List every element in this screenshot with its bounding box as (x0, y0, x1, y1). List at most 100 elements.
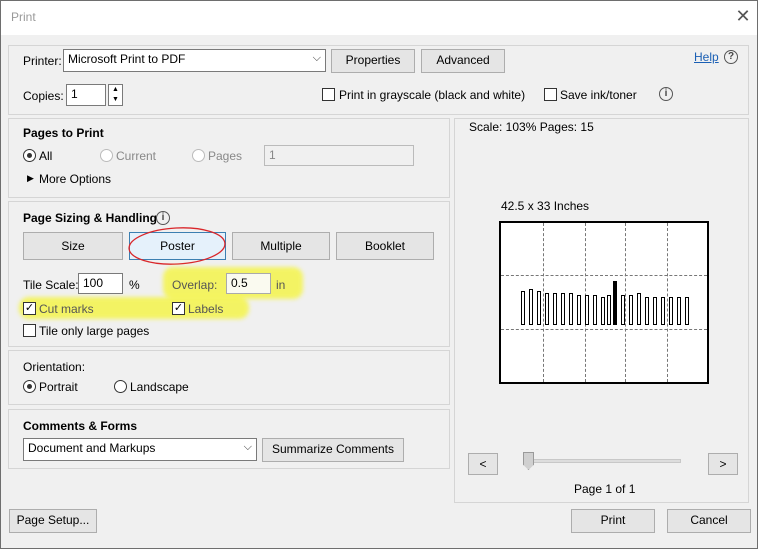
all-label: All (39, 149, 53, 163)
tile-scale-label: Tile Scale: (23, 278, 79, 292)
tile-line (501, 275, 707, 276)
content-bar (585, 295, 589, 325)
content-bar (677, 297, 681, 325)
cut-marks-label: Cut marks (39, 302, 94, 316)
scale-info: Scale: 103% Pages: 15 (469, 120, 594, 134)
orientation-panel (8, 350, 450, 405)
save-ink-checkbox[interactable] (544, 88, 557, 101)
overlap-unit: in (276, 278, 286, 292)
stepper-down-icon[interactable]: ▼ (109, 95, 122, 105)
tile-line (625, 223, 626, 382)
preview-page (499, 221, 709, 384)
percent-label: % (129, 278, 140, 292)
current-radio[interactable] (100, 149, 113, 162)
cancel-button[interactable]: Cancel (667, 509, 751, 533)
content-bar (629, 295, 633, 325)
portrait-label: Portrait (39, 380, 78, 394)
tile-scale-value: 100 (83, 276, 104, 290)
tile-only-large-checkbox[interactable] (23, 324, 36, 337)
page-slider-track[interactable] (526, 459, 681, 463)
overlap-value: 0.5 (231, 276, 248, 290)
help-link[interactable]: Help (694, 50, 719, 64)
window-title: Print (11, 10, 36, 24)
labels-checkbox[interactable]: ✓ (172, 302, 185, 315)
advanced-button[interactable]: Advanced (421, 49, 505, 73)
help-info-icon[interactable]: ? (724, 50, 738, 64)
grayscale-label: Print in grayscale (black and white) (339, 88, 526, 102)
more-options-toggle[interactable]: More Options (39, 172, 111, 186)
labels-label: Labels (188, 302, 224, 316)
copies-input[interactable]: 1 (66, 84, 106, 106)
content-bar (601, 297, 605, 325)
pages-label: Pages (208, 149, 243, 163)
chevron-down-icon: ⌵ (243, 441, 252, 453)
printer-value: Microsoft Print to PDF (68, 52, 186, 66)
tile-scale-input[interactable]: 100 (78, 273, 123, 294)
landscape-radio[interactable] (114, 380, 127, 393)
content-bar (577, 295, 581, 325)
content-bar (553, 293, 557, 325)
pages-to-print-title: Pages to Print (23, 126, 104, 140)
multiple-button[interactable]: Multiple (232, 232, 330, 260)
annotation-circle (128, 227, 226, 265)
content-bar (521, 291, 525, 325)
current-label: Current (116, 149, 157, 163)
content-bar (569, 293, 573, 325)
page-setup-button[interactable]: Page Setup... (9, 509, 97, 533)
tile-line (667, 223, 668, 382)
copies-value: 1 (71, 87, 78, 101)
tile-only-large-label: Tile only large pages (39, 324, 150, 338)
landscape-label: Landscape (130, 380, 189, 394)
all-radio[interactable] (23, 149, 36, 162)
content-bar (545, 293, 549, 325)
portrait-radio[interactable] (23, 380, 36, 393)
stepper-up-icon[interactable]: ▲ (109, 85, 122, 95)
dimensions-label: 42.5 x 33 Inches (501, 199, 590, 213)
tile-line (501, 329, 707, 330)
booklet-button[interactable]: Booklet (336, 232, 434, 260)
content-bar (685, 297, 689, 325)
prev-page-button[interactable]: < (468, 453, 498, 475)
size-button[interactable]: Size (23, 232, 123, 260)
overlap-input[interactable]: 0.5 (226, 273, 271, 294)
sizing-info-icon[interactable]: i (156, 211, 170, 225)
content-bar (561, 293, 565, 325)
print-dialog: Print ✕ Printer: Microsoft Print to PDF … (0, 0, 758, 549)
content-bar (645, 297, 649, 325)
overlap-label: Overlap: (172, 278, 218, 292)
chevron-down-icon: ⌵ (312, 52, 321, 64)
tile-line (543, 223, 544, 382)
pages-range-value: 1 (269, 148, 276, 162)
print-button[interactable]: Print (571, 509, 655, 533)
next-page-button[interactable]: > (708, 453, 738, 475)
pages-radio[interactable] (192, 149, 205, 162)
pages-range-input[interactable]: 1 (264, 145, 414, 166)
page-sizing-title: Page Sizing & Handling (23, 211, 158, 225)
save-ink-label: Save ink/toner (560, 88, 637, 102)
printer-select[interactable]: Microsoft Print to PDF ⌵ (63, 49, 326, 72)
copies-stepper[interactable]: ▲ ▼ (108, 84, 123, 106)
content-bar (621, 295, 625, 325)
summarize-comments-button[interactable]: Summarize Comments (262, 438, 404, 462)
comments-value: Document and Markups (28, 441, 156, 455)
content-bar (593, 295, 597, 325)
cut-marks-checkbox[interactable]: ✓ (23, 302, 36, 315)
content-bar (529, 289, 533, 325)
comments-select[interactable]: Document and Markups ⌵ (23, 438, 257, 461)
orientation-title: Orientation: (23, 360, 86, 374)
content-bar (607, 295, 611, 325)
content-bar (637, 293, 641, 325)
printer-label: Printer: (23, 54, 62, 68)
page-info: Page 1 of 1 (574, 482, 636, 496)
content-bar (653, 297, 657, 325)
title-bar: Print ✕ (1, 1, 757, 35)
content-bar (537, 291, 541, 325)
copies-label: Copies: (23, 89, 64, 103)
info-icon[interactable]: i (659, 87, 673, 101)
close-icon[interactable]: ✕ (733, 6, 753, 26)
properties-button[interactable]: Properties (331, 49, 415, 73)
content-bar (661, 297, 665, 325)
grayscale-checkbox[interactable] (322, 88, 335, 101)
expand-triangle-icon[interactable]: ▶ (27, 173, 34, 184)
content-bar (613, 281, 617, 325)
